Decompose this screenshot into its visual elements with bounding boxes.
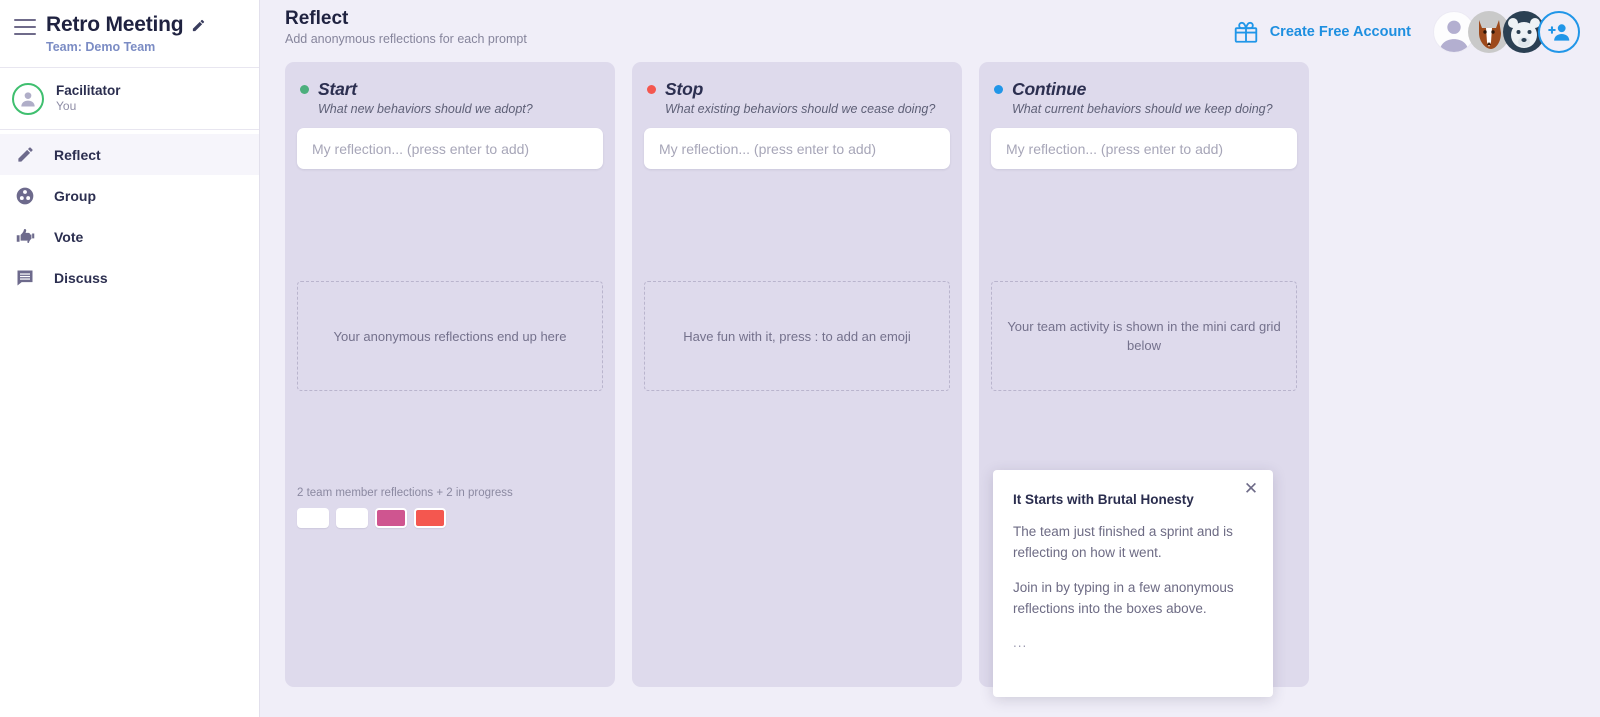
add-person-icon[interactable] [1538,11,1580,53]
onboarding-popup: ✕ It Starts with Brutal Honesty The team… [993,470,1273,697]
page-heading-block: Reflect Add anonymous reflections for ea… [285,7,527,46]
app-root: Retro Meeting Team: Demo Team Facilitato… [0,0,1600,717]
reflection-input-stop[interactable]: My reflection... (press enter to add) [644,128,950,169]
sidebar-title-block: Retro Meeting Team: Demo Team [46,8,206,54]
hint-text: Have fun with it, press : to add an emoj… [683,328,911,344]
column-title: Start [318,79,357,99]
mini-card[interactable] [375,508,407,528]
popup-title: It Starts with Brutal Honesty [1013,492,1194,507]
header-actions: Create Free Account [1233,7,1580,53]
thumbs-icon [14,226,36,248]
reflection-input-continue[interactable]: My reflection... (press enter to add) [991,128,1297,169]
pencil-icon [14,144,36,166]
hint-placeholder-stop: Have fun with it, press : to add an emoj… [644,281,950,391]
sidebar-item-label: Vote [54,228,84,245]
sidebar-item-vote[interactable]: Vote [0,216,259,257]
column-prompt: What current behaviors should we keep do… [1012,102,1273,116]
sidebar-item-group[interactable]: Group [0,175,259,216]
sidebar-item-reflect[interactable]: Reflect [0,134,259,175]
user-avatar-icon [12,82,44,115]
column-header: Start [297,79,603,100]
status-dot [647,85,656,94]
column-header: Stop [644,79,950,100]
column-prompt: What existing behaviors should we cease … [665,102,936,116]
mini-card-row [297,508,513,528]
column-stop: Stop What existing behaviors should we c… [632,62,962,687]
retro-title-row: Retro Meeting [46,12,206,38]
mini-card[interactable] [414,508,446,528]
facilitator-text: Facilitator You [56,83,121,114]
popup-ellipsis: ... [1013,635,1028,650]
mini-card-grid-start: 2 team member reflections + 2 in progres… [297,487,513,528]
reflection-input-placeholder: My reflection... (press enter to add) [659,140,877,157]
column-title: Continue [1012,79,1087,99]
sidebar-header: Retro Meeting Team: Demo Team [0,0,259,68]
column-title: Stop [665,79,704,99]
mini-card[interactable] [336,508,368,528]
reflection-input-placeholder: My reflection... (press enter to add) [1006,140,1224,157]
column-prompt: What new behaviors should we adopt? [318,102,533,116]
column-start: Start What new behaviors should we adopt… [285,62,615,687]
popup-paragraph-1: The team just finished a sprint and is r… [1013,524,1233,560]
sidebar-item-label: Group [54,187,96,204]
sidebar-item-label: Reflect [54,146,101,163]
sidebar-item-label: Discuss [54,269,108,286]
reflection-input-start[interactable]: My reflection... (press enter to add) [297,128,603,169]
pencil-icon[interactable] [191,18,206,33]
facilitator-role: You [56,99,77,113]
gift-icon [1234,21,1257,43]
retro-title: Retro Meeting [46,13,184,36]
sidebar-nav: Reflect Group Vote Discuss [0,130,259,298]
team-label: Team: Demo Team [46,40,156,54]
page-title: Reflect [285,8,349,29]
mini-card[interactable] [297,508,329,528]
column-header: Continue [991,79,1297,100]
facilitator-name: Facilitator [56,83,121,98]
create-free-account-button[interactable]: Create Free Account [1233,19,1411,45]
hint-text: Your anonymous reflections end up here [333,328,567,344]
close-icon[interactable]: ✕ [1239,476,1263,500]
avatar-stack [1433,11,1580,53]
mini-card-count: 2 team member reflections + 2 in progres… [297,487,513,499]
reflection-input-placeholder: My reflection... (press enter to add) [312,140,530,157]
status-dot [994,85,1003,94]
create-free-account-label: Create Free Account [1269,24,1411,40]
sidebar-item-discuss[interactable]: Discuss [0,257,259,298]
facilitator-row: Facilitator You [0,68,259,130]
popup-paragraph-2: Join in by typing in a few anonymous ref… [1013,580,1234,616]
group-icon [14,185,36,207]
main-content: Reflect Add anonymous reflections for ea… [260,0,1600,717]
sidebar: Retro Meeting Team: Demo Team Facilitato… [0,0,260,717]
main-header: Reflect Add anonymous reflections for ea… [260,0,1600,62]
status-dot [300,85,309,94]
hamburger-icon[interactable] [14,16,36,38]
page-subtitle: Add anonymous reflections for each promp… [285,32,527,46]
hint-placeholder-continue: Your team activity is shown in the mini … [991,281,1297,391]
hint-text: Your team activity is shown in the mini … [1007,319,1281,353]
hint-placeholder-start: Your anonymous reflections end up here [297,281,603,391]
board: Start What new behaviors should we adopt… [260,62,1600,717]
comment-icon [14,267,36,289]
